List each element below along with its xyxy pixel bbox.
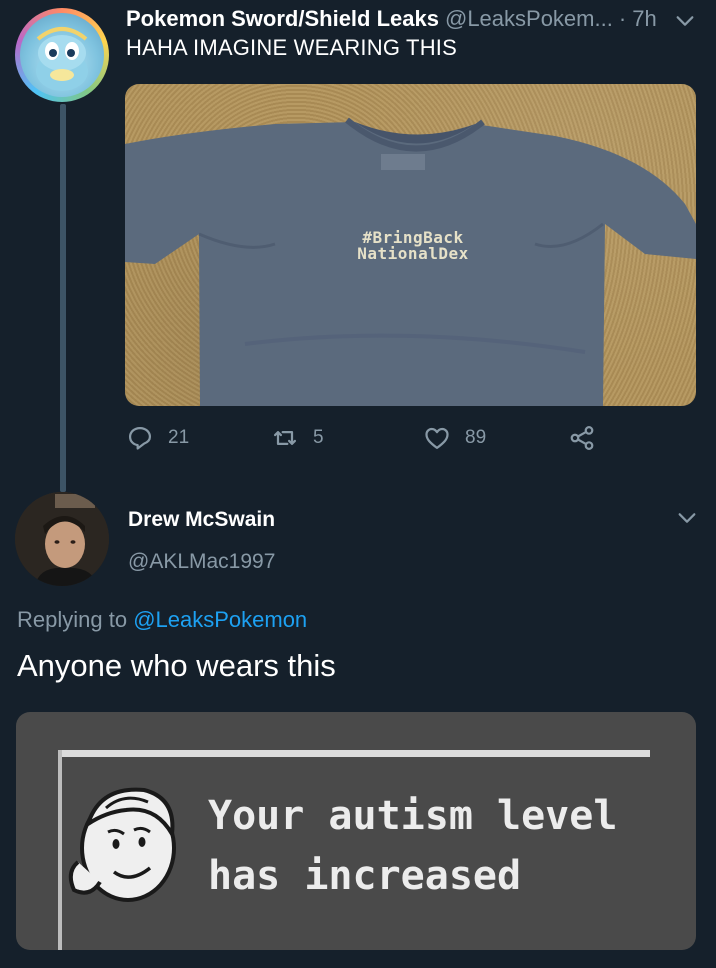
- sobble-avatar-image: [36, 27, 88, 91]
- chevron-down-icon[interactable]: [674, 10, 696, 32]
- reply-display-name[interactable]: Drew McSwain: [128, 508, 275, 532]
- chevron-down-icon[interactable]: [676, 507, 698, 529]
- shirt-print-text: #BringBack NationalDex: [313, 230, 513, 262]
- retweet-button[interactable]: 5: [271, 424, 324, 452]
- retweet-icon: [273, 431, 297, 445]
- share-button[interactable]: [568, 424, 610, 452]
- replying-mention-link[interactable]: @LeaksPokemon: [133, 607, 307, 632]
- reply-media-image[interactable]: Your autism level has increased: [16, 712, 696, 950]
- meme-caption: Your autism level has increased: [208, 786, 617, 906]
- retweet-count: 5: [313, 427, 324, 448]
- vault-boy-icon: [68, 787, 176, 902]
- meme-frame-top: [58, 750, 650, 757]
- reply-button[interactable]: 21: [126, 424, 189, 452]
- reply-count: 21: [168, 427, 190, 448]
- parent-timestamp[interactable]: · 7h: [619, 6, 657, 32]
- profile-photo: [15, 492, 109, 586]
- meme-frame-side: [58, 750, 62, 950]
- replying-prefix: Replying to: [17, 607, 134, 632]
- like-icon: [425, 427, 449, 450]
- share-icon: [570, 426, 594, 450]
- like-count: 89: [465, 427, 487, 448]
- parent-handle[interactable]: @LeaksPokem...: [445, 6, 613, 32]
- reply-tweet-text: Anyone who wears this: [17, 648, 336, 683]
- replying-to-line: Replying to @LeaksPokemon: [17, 607, 307, 633]
- parent-tweet-header: Pokemon Sword/Shield Leaks @LeaksPokem..…: [126, 6, 696, 34]
- parent-display-name[interactable]: Pokemon Sword/Shield Leaks: [126, 6, 439, 32]
- like-button[interactable]: 89: [423, 424, 486, 452]
- meme-line-1: Your autism level: [208, 793, 618, 839]
- reply-icon: [128, 426, 152, 450]
- meme-line-2: has increased: [208, 853, 522, 899]
- thread-connector-line: [60, 104, 66, 492]
- parent-tweet-text: HAHA IMAGINE WEARING THIS: [126, 35, 457, 60]
- reply-handle[interactable]: @AKLMac1997: [128, 550, 275, 574]
- reply-avatar[interactable]: [15, 492, 109, 586]
- parent-avatar[interactable]: [15, 8, 109, 102]
- shirt-line-2: NationalDex: [357, 244, 469, 263]
- tweet-action-bar: 21 5 89: [126, 424, 606, 454]
- tweet-media-image[interactable]: #BringBack NationalDex: [125, 84, 696, 406]
